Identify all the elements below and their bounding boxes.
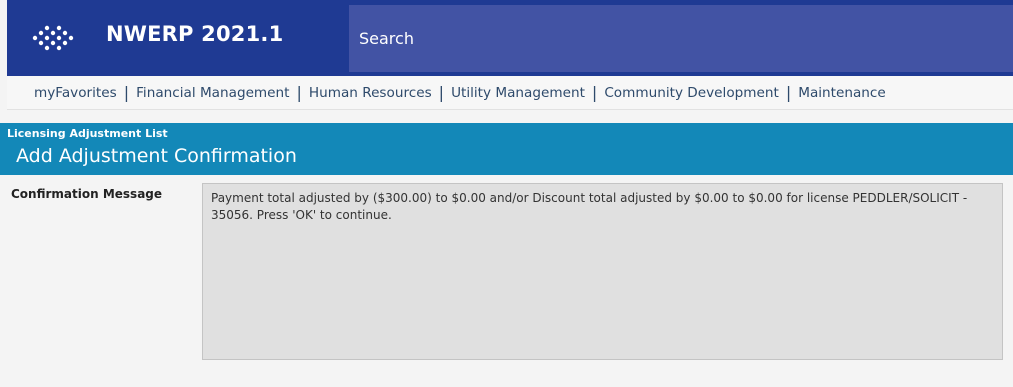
confirmation-message-box: Payment total adjusted by ($300.00) to $… xyxy=(202,183,1003,360)
nav-community-development[interactable]: Community Development xyxy=(604,85,779,101)
nav-utility-management[interactable]: Utility Management xyxy=(451,85,585,101)
nav-financial-management[interactable]: Financial Management xyxy=(136,85,289,101)
nav-my-favorites[interactable]: myFavorites xyxy=(34,85,117,101)
nav-human-resources[interactable]: Human Resources xyxy=(309,85,432,101)
nav-separator: | xyxy=(296,83,302,102)
nav-separator: | xyxy=(785,83,792,102)
main-nav: myFavorites | Financial Management | Hum… xyxy=(7,76,1013,110)
nav-separator: | xyxy=(591,83,598,102)
nwerp-logo-icon[interactable] xyxy=(31,24,77,52)
page-title: Add Adjustment Confirmation xyxy=(16,145,297,167)
breadcrumb-licensing-adjustment-list[interactable]: Licensing Adjustment List xyxy=(7,127,168,140)
nav-separator: | xyxy=(438,83,445,102)
search-input[interactable] xyxy=(349,5,1013,72)
top-bar: NWERP 2021.1 xyxy=(7,0,1013,76)
confirmation-message-label: Confirmation Message xyxy=(11,187,163,201)
app-title[interactable]: NWERP 2021.1 xyxy=(106,22,283,46)
content-area: Confirmation Message Payment total adjus… xyxy=(7,175,1013,387)
section-header: Licensing Adjustment List Add Adjustment… xyxy=(0,123,1013,175)
nav-maintenance[interactable]: Maintenance xyxy=(798,85,886,101)
nav-separator: | xyxy=(123,83,130,102)
